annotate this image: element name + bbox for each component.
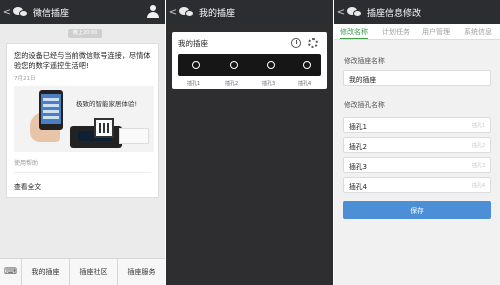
slot-2-name-field[interactable]: 插孔2 插孔2 [343,137,491,153]
plug-box-illustration [119,128,149,144]
phone-illustration [39,90,63,130]
wechat-icon [347,6,363,18]
slot-3-name-placeholder: 插孔3 [471,163,485,169]
slot-4-toggle[interactable] [303,61,311,69]
slot-3-label: 插孔3 [262,81,276,87]
back-icon[interactable]: < [1,7,13,18]
keyboard-icon: ⌨ [4,267,17,277]
slot-name-label: 修改插孔名称 [344,101,385,109]
message-card[interactable]: 您的设备已经与当前微信账号连接，尽情体验您的数字遥控生活吧! 7月21日 极致的… [6,43,159,198]
my-socket-topbar: < 我的插座 [166,0,333,24]
message-text: 您的设备已经与当前微信账号连接，尽情体验您的数字遥控生活吧! [14,51,151,70]
slot-2-name-value: 插孔2 [349,143,367,151]
qr-code-icon [94,118,114,138]
menu-socket-community[interactable]: 插座社区 [70,259,118,285]
chat-title: 微信插座 [33,8,70,19]
user-profile-icon[interactable] [147,5,159,18]
gear-icon[interactable] [308,38,318,48]
tab-rename[interactable]: 修改名称 [340,24,368,39]
power-strip [178,54,321,76]
slot-4-name-value: 插孔4 [349,183,367,191]
tab-schedule[interactable]: 计划任务 [382,24,410,39]
keyboard-toggle[interactable]: ⌨ [0,259,22,285]
promo-image[interactable]: 极致的智能家居体验! [14,86,154,152]
slot-1-label: 插孔1 [187,81,201,87]
back-icon[interactable]: < [167,7,179,18]
slot-4-label: 插孔4 [298,81,312,87]
slot-1-toggle[interactable] [192,61,200,69]
bottom-menu: ⌨ 我的插座 插座社区 插座服务 [0,258,165,285]
chat-topbar: < 微信插座 [0,0,165,24]
save-button[interactable]: 保存 [343,201,491,219]
wechat-icon [13,6,29,18]
promo-text: 极致的智能家居体验! [76,100,138,108]
menu-socket-service[interactable]: 插座服务 [118,259,165,285]
slot-1-name-value: 插孔1 [349,123,367,131]
message-time-badge: 晚上20:00 [68,29,103,38]
slot-2-name-placeholder: 插孔2 [471,143,485,149]
edit-tabs: 修改名称 计划任务 用户管理 系统信息 [334,24,500,40]
socket-name-value: 我的插座 [349,76,377,84]
tab-system-info[interactable]: 系统信息 [464,24,492,39]
slot-2-toggle[interactable] [230,61,238,69]
slot-4-name-placeholder: 插孔4 [471,183,485,189]
slot-1-name-placeholder: 插孔1 [471,123,485,129]
message-date: 7月21日 [14,76,36,82]
tab-user-management[interactable]: 用户管理 [422,24,450,39]
slot-3-name-field[interactable]: 插孔3 插孔3 [343,157,491,173]
slot-4-name-field[interactable]: 插孔4 插孔4 [343,177,491,193]
socket-name-label: 修改插座名称 [344,57,385,65]
card-divider [14,172,151,173]
socket-card-title: 我的插座 [178,39,208,48]
socket-edit-screen: < 插座信息修改 修改名称 计划任务 用户管理 系统信息 修改插座名称 我的插座… [334,0,500,285]
slot-3-toggle[interactable] [267,61,275,69]
slot-3-name-value: 插孔3 [349,163,367,171]
my-socket-screen: < 我的插座 我的插座 插孔1 插孔2 插孔3 插孔4 [166,0,333,285]
back-icon[interactable]: < [335,7,347,18]
my-socket-title: 我的插座 [199,8,236,19]
timer-icon[interactable] [291,38,301,48]
slot-2-label: 插孔2 [225,81,239,87]
chat-screen: < 微信插座 晚上20:00 您的设备已经与当前微信账号连接，尽情体验您的数字遥… [0,0,165,285]
socket-edit-topbar: < 插座信息修改 [334,0,500,24]
help-link[interactable]: 使用帮助 [14,158,38,167]
socket-card[interactable]: 我的插座 插孔1 插孔2 插孔3 插孔4 [172,32,327,89]
slot-1-name-field[interactable]: 插孔1 插孔1 [343,117,491,133]
socket-edit-title: 插座信息修改 [367,8,422,19]
socket-name-field[interactable]: 我的插座 [343,70,491,86]
wechat-icon [179,6,195,18]
read-more-link[interactable]: 查看全文 [14,181,41,191]
menu-my-socket[interactable]: 我的插座 [22,259,70,285]
